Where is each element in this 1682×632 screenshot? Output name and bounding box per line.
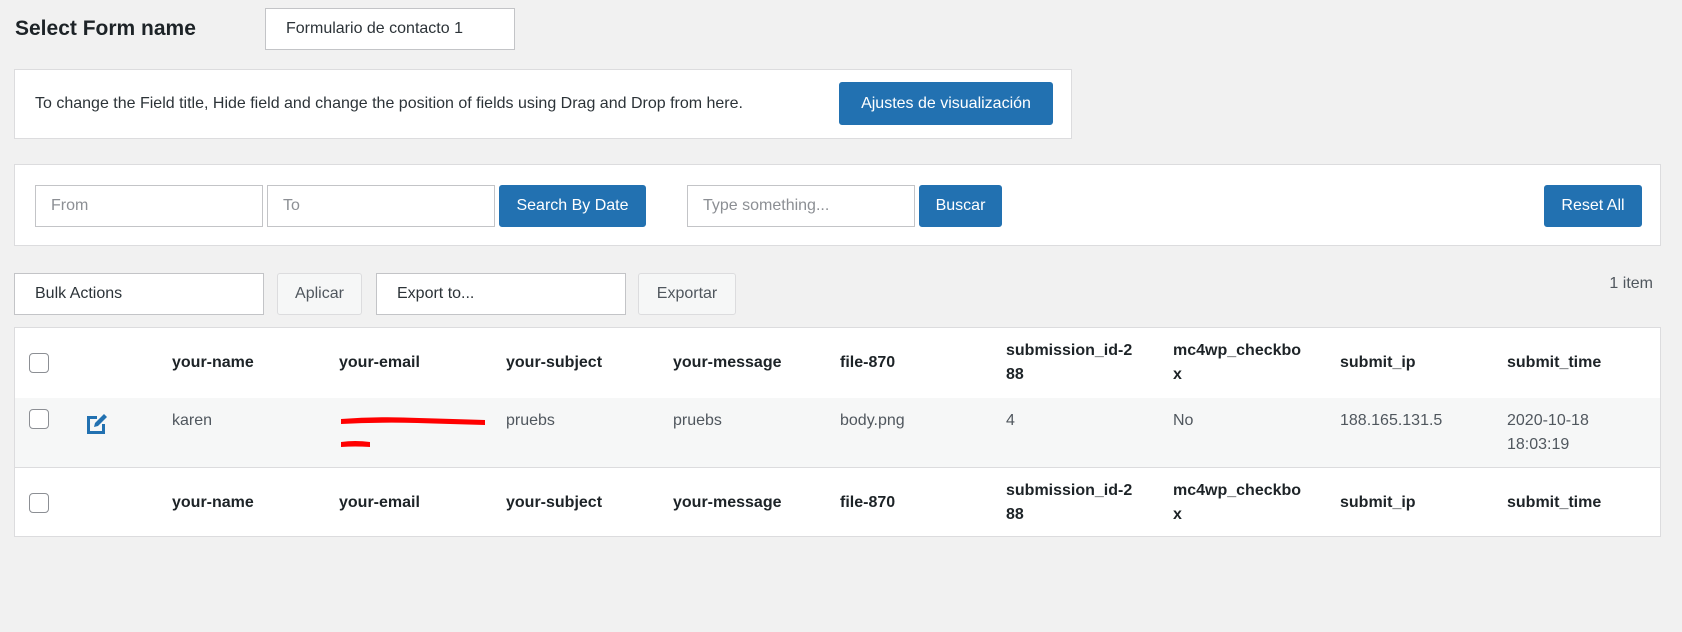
cell-time-date: 2020-10-18 bbox=[1507, 412, 1589, 429]
date-to-input[interactable]: To bbox=[267, 185, 495, 227]
column-footer-submission-id-line2: 88 bbox=[1006, 506, 1024, 523]
column-header-submission-id-line2: 88 bbox=[1006, 366, 1024, 383]
column-footer-name[interactable]: your-name bbox=[172, 491, 254, 515]
cell-time-clock: 18:03:19 bbox=[1507, 436, 1570, 453]
redaction-mark bbox=[341, 417, 485, 447]
bulk-actions-select[interactable]: Bulk Actions bbox=[14, 273, 264, 315]
apply-button[interactable]: Aplicar bbox=[277, 273, 362, 315]
column-header-mc4wp-line1: mc4wp_checkbo bbox=[1173, 342, 1302, 359]
column-header-email[interactable]: your-email bbox=[339, 351, 420, 375]
column-header-file[interactable]: file-870 bbox=[840, 351, 895, 375]
column-header-message[interactable]: your-message bbox=[673, 351, 782, 375]
table-footer-row: your-name your-email your-subject your-m… bbox=[15, 468, 1660, 538]
row-checkbox[interactable] bbox=[29, 409, 49, 429]
column-footer-mc4wp-line2: x bbox=[1173, 506, 1182, 523]
select-all-checkbox-footer[interactable] bbox=[29, 493, 49, 513]
cell-time: 2020-10-18 18:03:19 bbox=[1507, 409, 1647, 457]
item-count: 1 item bbox=[1609, 275, 1653, 292]
cell-subject: pruebs bbox=[506, 412, 555, 429]
column-footer-mc4wp[interactable]: mc4wp_checkbox bbox=[1173, 479, 1323, 527]
column-footer-time[interactable]: submit_time bbox=[1507, 491, 1647, 515]
search-by-date-button[interactable]: Search By Date bbox=[499, 185, 646, 227]
display-settings-notice: To change the Field title, Hide field an… bbox=[14, 69, 1072, 139]
column-header-name[interactable]: your-name bbox=[172, 351, 254, 375]
form-select-row: Select Form name Formulario de contacto … bbox=[15, 8, 515, 50]
cell-email-redacted bbox=[339, 409, 489, 457]
cell-ip: 188.165.131.5 bbox=[1340, 412, 1443, 429]
search-button[interactable]: Buscar bbox=[919, 185, 1002, 227]
column-footer-subject[interactable]: your-subject bbox=[506, 491, 602, 515]
column-footer-message[interactable]: your-message bbox=[673, 491, 782, 515]
reset-all-button[interactable]: Reset All bbox=[1544, 185, 1642, 227]
table-row: karen pruebs pruebs body.png 4 No 188.16… bbox=[15, 398, 1660, 468]
cell-name: karen bbox=[172, 412, 213, 429]
cell-submission-id: 4 bbox=[1006, 412, 1015, 429]
column-footer-submission-id-line1: submission_id-2 bbox=[1006, 482, 1133, 499]
column-footer-file[interactable]: file-870 bbox=[840, 491, 895, 515]
date-from-input[interactable]: From bbox=[35, 185, 263, 227]
select-all-checkbox[interactable] bbox=[29, 353, 49, 373]
notice-text: To change the Field title, Hide field an… bbox=[35, 95, 743, 112]
column-header-time[interactable]: submit_time bbox=[1507, 351, 1647, 375]
column-header-submission-id-line1: submission_id-2 bbox=[1006, 342, 1133, 359]
cell-message: pruebs bbox=[673, 412, 722, 429]
column-header-subject[interactable]: your-subject bbox=[506, 351, 602, 375]
column-header-mc4wp-line2: x bbox=[1173, 366, 1182, 383]
page: Select Form name Formulario de contacto … bbox=[0, 0, 1682, 632]
column-footer-mc4wp-line1: mc4wp_checkbo bbox=[1173, 482, 1302, 499]
column-footer-email[interactable]: your-email bbox=[339, 491, 420, 515]
file-link[interactable]: body.png bbox=[840, 409, 905, 433]
cell-mc4wp: No bbox=[1173, 412, 1194, 429]
column-footer-ip[interactable]: submit_ip bbox=[1340, 491, 1416, 515]
column-header-submission-id[interactable]: submission_id-2 88 bbox=[1006, 339, 1156, 387]
column-header-mc4wp[interactable]: mc4wp_checkbox bbox=[1173, 339, 1323, 387]
column-footer-submission-id[interactable]: submission_id-2 88 bbox=[1006, 479, 1156, 527]
export-button[interactable]: Exportar bbox=[638, 273, 736, 315]
column-header-ip[interactable]: submit_ip bbox=[1340, 351, 1416, 375]
table-header-row: your-name your-email your-subject your-m… bbox=[15, 328, 1660, 398]
search-panel: From To Search By Date Type something...… bbox=[14, 164, 1661, 246]
export-select[interactable]: Export to... bbox=[376, 273, 626, 315]
submissions-table: your-name your-email your-subject your-m… bbox=[14, 327, 1661, 537]
form-name-select[interactable]: Formulario de contacto 1 bbox=[265, 8, 515, 50]
search-input[interactable]: Type something... bbox=[687, 185, 915, 227]
display-settings-button[interactable]: Ajustes de visualización bbox=[839, 82, 1053, 125]
form-select-title: Select Form name bbox=[15, 17, 196, 40]
edit-icon[interactable] bbox=[83, 410, 111, 438]
